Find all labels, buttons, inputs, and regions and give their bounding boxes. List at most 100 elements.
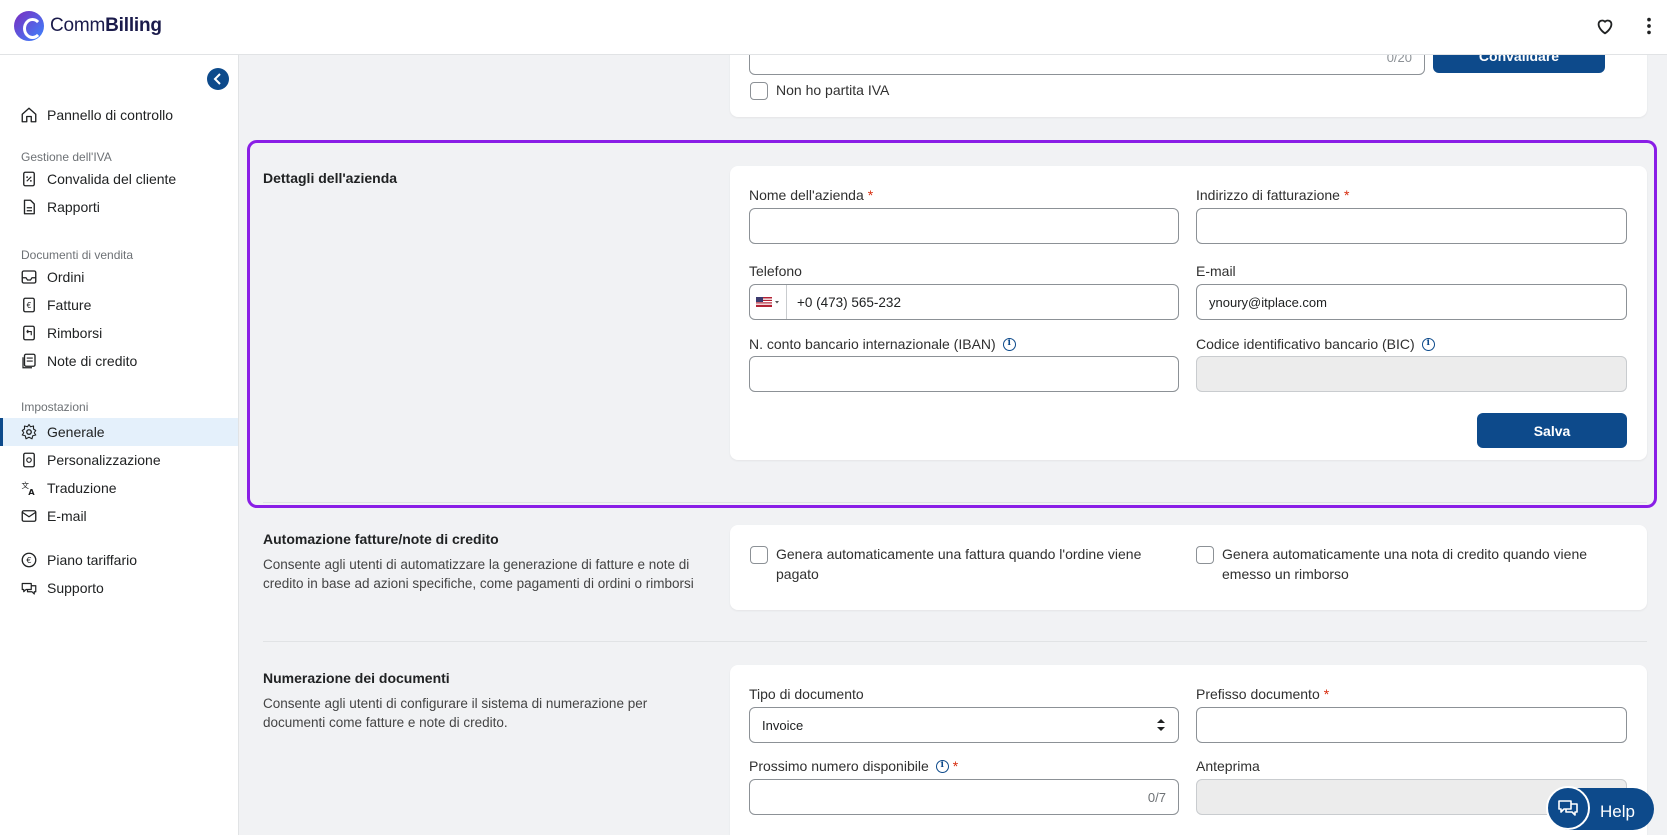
- sidebar-item-pricing-plan[interactable]: € Piano tariffario: [0, 546, 238, 574]
- billing-address-label: Indirizzo di fatturazione *: [1196, 187, 1350, 203]
- prefix-label: Prefisso documento *: [1196, 686, 1330, 702]
- automation-description: Consente agli utenti di automatizzare la…: [263, 557, 694, 591]
- app-logo[interactable]: CommBilling: [14, 11, 162, 41]
- numbering-card: Tipo di documento Invoice Prefisso docum…: [730, 665, 1647, 835]
- inbox-icon: [20, 268, 38, 286]
- collapse-sidebar-button[interactable]: [207, 68, 229, 90]
- sidebar-item-label: Pannello di controllo: [47, 107, 174, 123]
- report-icon: [20, 198, 38, 216]
- vat-number-input[interactable]: 0/20: [749, 55, 1425, 75]
- chevron-left-icon: [213, 73, 221, 85]
- info-icon[interactable]: [935, 759, 949, 773]
- phone-label: Telefono: [749, 263, 802, 279]
- sidebar-item-label: Ordini: [47, 269, 85, 285]
- doc-type-label: Tipo di documento: [749, 686, 864, 702]
- home-icon: [20, 106, 38, 124]
- info-icon[interactable]: [1421, 337, 1435, 351]
- svg-text:€: €: [27, 301, 32, 310]
- next-number-input[interactable]: 0/7: [749, 779, 1179, 815]
- info-icon[interactable]: [1002, 337, 1016, 351]
- sidebar: Pannello di controllo Gestione dell'IVA …: [0, 55, 239, 835]
- sidebar-item-dashboard[interactable]: Pannello di controllo: [0, 101, 238, 129]
- mail-icon: [20, 507, 38, 525]
- chat-icon: [20, 579, 38, 597]
- sidebar-item-label: Piano tariffario: [47, 552, 138, 568]
- euro-circle-icon: €: [20, 551, 38, 569]
- select-arrows-icon: [1157, 719, 1165, 731]
- main-content: 0/20 Convalidare Non ho partita IVA Dett…: [240, 55, 1667, 835]
- sidebar-item-label: Personalizzazione: [47, 452, 161, 468]
- app-name: CommBilling: [50, 15, 162, 36]
- company-section-title: Dettagli dell'azienda: [263, 170, 398, 186]
- bic-input: [1196, 356, 1627, 392]
- no-vat-checkbox[interactable]: [750, 82, 768, 100]
- prefix-input[interactable]: [1196, 707, 1627, 743]
- sidebar-item-translation[interactable]: 文A Traduzione: [0, 474, 238, 502]
- sidebar-section-vat: Gestione dell'IVA: [21, 150, 112, 164]
- auto-credit-note-checkbox[interactable]: [1196, 546, 1214, 564]
- sidebar-item-label: Fatture: [47, 297, 92, 313]
- help-label: Help: [1600, 802, 1635, 821]
- sidebar-item-invoices[interactable]: € Fatture: [0, 291, 238, 319]
- more-options-icon[interactable]: [1638, 15, 1660, 37]
- sidebar-item-refunds[interactable]: Rimborsi: [0, 319, 238, 347]
- iban-input[interactable]: [749, 356, 1179, 392]
- us-flag-icon: [756, 297, 779, 307]
- email-label: E-mail: [1196, 263, 1236, 279]
- bic-label: Codice identificativo bancario (BIC): [1196, 336, 1435, 352]
- heart-icon[interactable]: [1594, 15, 1616, 37]
- sidebar-item-general[interactable]: Generale: [0, 418, 238, 446]
- numbering-description: Consente agli utenti di configurare il s…: [263, 696, 648, 730]
- svg-text:A: A: [28, 487, 35, 497]
- phone-field[interactable]: +0 (473) 565-232: [749, 284, 1179, 320]
- save-button[interactable]: Salva: [1477, 413, 1627, 448]
- auto-credit-note-label: Genera automaticamente una nota di credi…: [1222, 546, 1588, 582]
- company-name-input[interactable]: [749, 208, 1179, 244]
- country-select[interactable]: [750, 285, 787, 319]
- numbering-section-title: Numerazione dei documenti: [263, 670, 450, 686]
- next-number-label: Prossimo numero disponibile*: [749, 758, 958, 774]
- sidebar-section-settings: Impostazioni: [21, 400, 89, 414]
- sidebar-item-orders[interactable]: Ordini: [0, 263, 238, 291]
- sidebar-item-label: Rimborsi: [47, 325, 103, 341]
- help-chat-icon[interactable]: [1546, 786, 1590, 830]
- sidebar-item-label: E-mail: [47, 508, 87, 524]
- doc-type-select[interactable]: Invoice: [749, 707, 1179, 743]
- sidebar-item-label: Traduzione: [47, 480, 117, 496]
- preview-label: Anteprima: [1196, 758, 1260, 774]
- notes-icon: [20, 352, 38, 370]
- sidebar-item-label: Convalida del cliente: [47, 171, 177, 187]
- sidebar-item-reports[interactable]: Rapporti: [0, 193, 238, 221]
- svg-text:€: €: [26, 555, 31, 565]
- iban-label: N. conto bancario internazionale (IBAN): [749, 336, 1016, 352]
- translate-icon: 文A: [20, 479, 38, 497]
- phone-value: +0 (473) 565-232: [797, 294, 901, 310]
- company-details-card: Nome dell'azienda * Indirizzo di fatturaz…: [730, 166, 1647, 460]
- sidebar-item-customer-validation[interactable]: Convalida del cliente: [0, 165, 238, 193]
- sidebar-item-customization[interactable]: Personalizzazione: [0, 446, 238, 474]
- char-counter: 0/7: [1147, 789, 1166, 805]
- sidebar-item-credit-notes[interactable]: Note di credito: [0, 347, 238, 375]
- vat-card: 0/20 Convalidare Non ho partita IVA: [730, 55, 1647, 117]
- auto-invoice-label: Genera automaticamente una fattura quand…: [776, 546, 1142, 582]
- automation-card: Genera automaticamente una fattura quand…: [730, 525, 1647, 610]
- logo-icon: [14, 11, 44, 41]
- company-name-label: Nome dell'azienda *: [749, 187, 874, 203]
- validate-button[interactable]: Convalidare: [1433, 55, 1605, 73]
- customize-icon: [20, 451, 38, 469]
- char-counter: 0/20: [1386, 55, 1412, 65]
- gear-icon: [20, 423, 38, 441]
- auto-invoice-checkbox[interactable]: [750, 546, 768, 564]
- automation-section-title: Automazione fatture/note di credito: [263, 531, 499, 547]
- sidebar-item-email[interactable]: E-mail: [0, 502, 238, 530]
- euro-document-icon: €: [20, 296, 38, 314]
- sidebar-item-label: Generale: [47, 424, 105, 440]
- sidebar-item-label: Supporto: [47, 580, 104, 596]
- percent-document-icon: [20, 170, 38, 188]
- sidebar-item-label: Rapporti: [47, 199, 100, 215]
- sidebar-section-sales: Documenti di vendita: [21, 248, 134, 262]
- billing-address-input[interactable]: [1196, 208, 1627, 244]
- doc-type-value: Invoice: [762, 717, 804, 733]
- sidebar-item-support[interactable]: Supporto: [0, 574, 238, 602]
- email-input[interactable]: ynoury@itplace.com: [1196, 284, 1627, 320]
